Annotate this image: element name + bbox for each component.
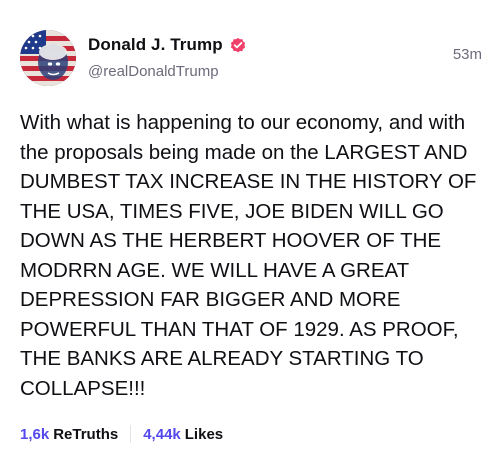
retruths-stat[interactable]: 1,6k ReTruths [20,426,118,443]
verified-badge-icon [229,36,247,54]
post-header: Donald J. Trump @realDonaldTrump 53m [20,30,482,88]
truth-post: Donald J. Trump @realDonaldTrump 53m Wit… [0,0,500,450]
display-name[interactable]: Donald J. Trump [88,35,223,55]
author-handle[interactable]: @realDonaldTrump [88,63,247,80]
stats-divider [130,425,132,443]
likes-label: Likes [184,425,224,443]
display-name-row: Donald J. Trump [88,33,247,57]
avatar-image [20,30,76,86]
post-timestamp[interactable]: 53m [453,46,482,63]
retruths-label: ReTruths [53,425,119,443]
avatar[interactable] [20,30,76,86]
post-stats: 1,6k ReTruths 4,44k Likes [20,424,223,444]
likes-count: 4,44k [143,425,181,443]
post-text: With what is happening to our economy, a… [20,111,477,400]
author-names: Donald J. Trump @realDonaldTrump [88,33,247,80]
retruths-count: 1,6k [20,425,50,443]
likes-stat[interactable]: 4,44k Likes [143,426,223,443]
